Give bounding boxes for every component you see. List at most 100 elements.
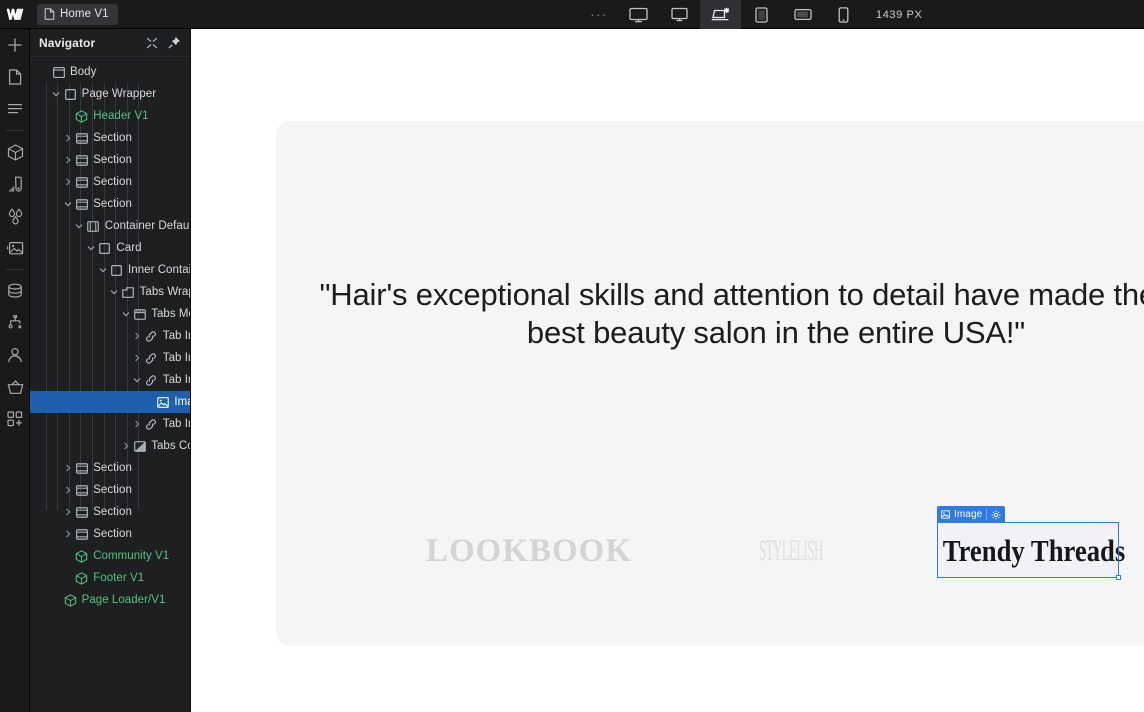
tree-row[interactable]: Section [30, 193, 190, 215]
caret-placeholder [61, 567, 74, 589]
tree-row-label: Section [93, 506, 132, 518]
chevron-right-icon[interactable] [61, 149, 74, 171]
chevron-right-icon[interactable] [119, 435, 132, 457]
collapse-all-button[interactable] [144, 35, 160, 51]
tree-row-label: Section [93, 132, 132, 144]
chevron-down-icon[interactable] [96, 259, 109, 281]
chevron-down-icon[interactable] [131, 369, 144, 391]
webflow-logo-icon[interactable] [0, 0, 30, 29]
chevron-down-icon[interactable] [108, 281, 121, 303]
chevron-right-icon[interactable] [61, 501, 74, 523]
tree-row[interactable]: Tabs Menu [30, 303, 190, 325]
tree-row[interactable]: Section [30, 523, 190, 545]
paint-icon [7, 176, 23, 193]
chevron-right-icon[interactable] [61, 457, 74, 479]
users-panel-button[interactable] [0, 339, 30, 371]
chevron-down-icon[interactable] [73, 215, 86, 237]
testimonial-quote: "Hair's exceptional skills and attention… [319, 277, 1144, 350]
assets-panel-button[interactable] [0, 232, 30, 264]
selection-outline[interactable]: Image [937, 506, 1121, 580]
tree-row[interactable]: Tab Image [30, 413, 190, 435]
tree-row[interactable]: Body [30, 61, 190, 83]
tree-row[interactable]: Page Wrapper [30, 83, 190, 105]
chevron-right-icon[interactable] [61, 171, 74, 193]
chevron-right-icon[interactable] [131, 413, 144, 435]
tree-row[interactable]: Tab Image [30, 325, 190, 347]
tree-row[interactable]: Header V1 [30, 105, 190, 127]
chevron-down-icon[interactable] [61, 193, 74, 215]
tree-row[interactable]: Page Loader/V1 [30, 589, 190, 611]
design-canvas[interactable]: "Hair's exceptional skills and attention… [191, 29, 1144, 712]
navigator-header: Navigator [30, 29, 190, 57]
tree-row[interactable]: Inner Container [30, 259, 190, 281]
tree-row-label: Section [93, 484, 132, 496]
tree-row[interactable]: Section [30, 479, 190, 501]
resize-handle[interactable] [1116, 575, 1121, 580]
breakpoint-tablet-landscape[interactable] [782, 0, 823, 29]
breakpoint-tablet[interactable] [741, 0, 782, 29]
add-panel-button[interactable] [0, 29, 30, 61]
chevron-right-icon[interactable] [131, 325, 144, 347]
tree-row[interactable]: Image [30, 391, 190, 413]
tree-row[interactable]: Tab Image [30, 347, 190, 369]
tabs-icon [121, 285, 136, 299]
tree-row-label: Tab Image [162, 330, 190, 342]
breakpoint-laptop[interactable] [700, 0, 741, 29]
image-icon [6, 240, 24, 256]
tree-row-label: Section [93, 154, 132, 166]
components-panel-button[interactable] [0, 136, 30, 168]
variables-panel-button[interactable] [0, 200, 30, 232]
tree-row[interactable]: Section [30, 457, 190, 479]
ecommerce-panel-button[interactable] [0, 371, 30, 403]
tree-row[interactable]: Section [30, 149, 190, 171]
chevron-right-icon[interactable] [61, 523, 74, 545]
cms-panel-button[interactable] [0, 275, 30, 307]
tree-row-label: Section [93, 462, 132, 474]
link-icon [144, 417, 159, 431]
tree-row[interactable]: Tab Image [30, 369, 190, 391]
breakpoint-desktop[interactable] [659, 0, 700, 29]
tree-row[interactable]: Community V1 [30, 545, 190, 567]
chevron-right-icon[interactable] [61, 479, 74, 501]
chevron-right-icon[interactable] [131, 347, 144, 369]
pin-icon [167, 36, 181, 49]
tree-row[interactable]: Section [30, 171, 190, 193]
pin-panel-button[interactable] [166, 35, 182, 51]
chevron-down-icon[interactable] [50, 83, 63, 105]
section-icon [74, 197, 89, 211]
navigator-panel-button[interactable] [0, 93, 30, 125]
style-panel-button[interactable] [0, 168, 30, 200]
logo-stylelish[interactable]: STYLELISH [751, 516, 831, 586]
page-tab-home-v1[interactable]: Home V1 [37, 3, 118, 25]
caret-placeholder [61, 545, 74, 567]
breakpoint-desktop-xl[interactable] [618, 0, 659, 29]
logo-lookbook[interactable]: LOOKBOOK [404, 516, 654, 586]
pages-panel-button[interactable] [0, 61, 30, 93]
apps-panel-button[interactable] [0, 403, 30, 435]
breakpoint-mobile[interactable] [823, 0, 864, 29]
tree-row[interactable]: Container Default [30, 215, 190, 237]
chevron-down-icon[interactable] [84, 237, 97, 259]
tree-row[interactable]: Footer V1 [30, 567, 190, 589]
section-icon [74, 527, 89, 541]
tree-row[interactable]: Tabs Content [30, 435, 190, 457]
more-options-button[interactable]: ··· [580, 0, 618, 29]
tree-row[interactable]: Section [30, 127, 190, 149]
tree-row-label: Body [70, 66, 97, 78]
tree-row-label: Tab Image [162, 418, 190, 430]
tree-row-label: Section [93, 528, 132, 540]
gear-icon[interactable] [991, 510, 1001, 520]
chevron-right-icon[interactable] [61, 127, 74, 149]
section-icon [74, 131, 89, 145]
selection-badge-label: Image [954, 509, 983, 520]
testimonial-card[interactable]: "Hair's exceptional skills and attention… [276, 121, 1144, 646]
chevron-down-icon[interactable] [119, 303, 132, 325]
logic-panel-button[interactable] [0, 307, 30, 339]
tree-row[interactable]: Tabs Wrapper [30, 281, 190, 303]
tree-row[interactable]: Card [30, 237, 190, 259]
navigator-tree: Body Page Wrapper Header V1 Section Section S… [30, 57, 190, 611]
tree-row[interactable]: Section [30, 501, 190, 523]
page-icon [8, 69, 22, 85]
selection-badge[interactable]: Image [937, 506, 1006, 523]
laptop-star-icon [711, 7, 731, 23]
